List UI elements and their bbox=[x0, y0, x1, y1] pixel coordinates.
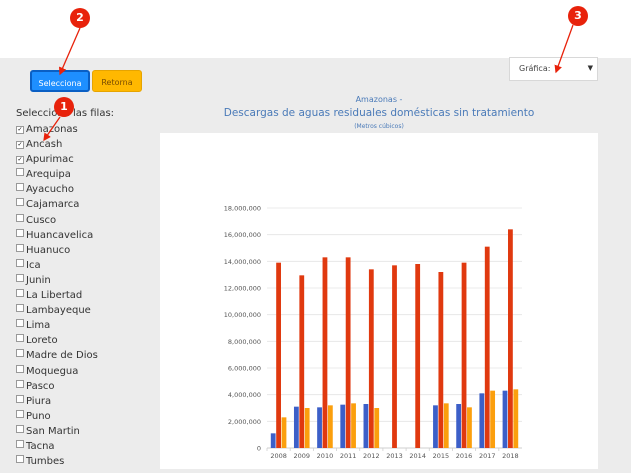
annotation-arrow-3 bbox=[554, 24, 574, 74]
annotation-arrow-2 bbox=[59, 27, 81, 76]
annotation-arrows bbox=[43, 24, 574, 142]
annotation-arrow-1 bbox=[43, 116, 61, 142]
